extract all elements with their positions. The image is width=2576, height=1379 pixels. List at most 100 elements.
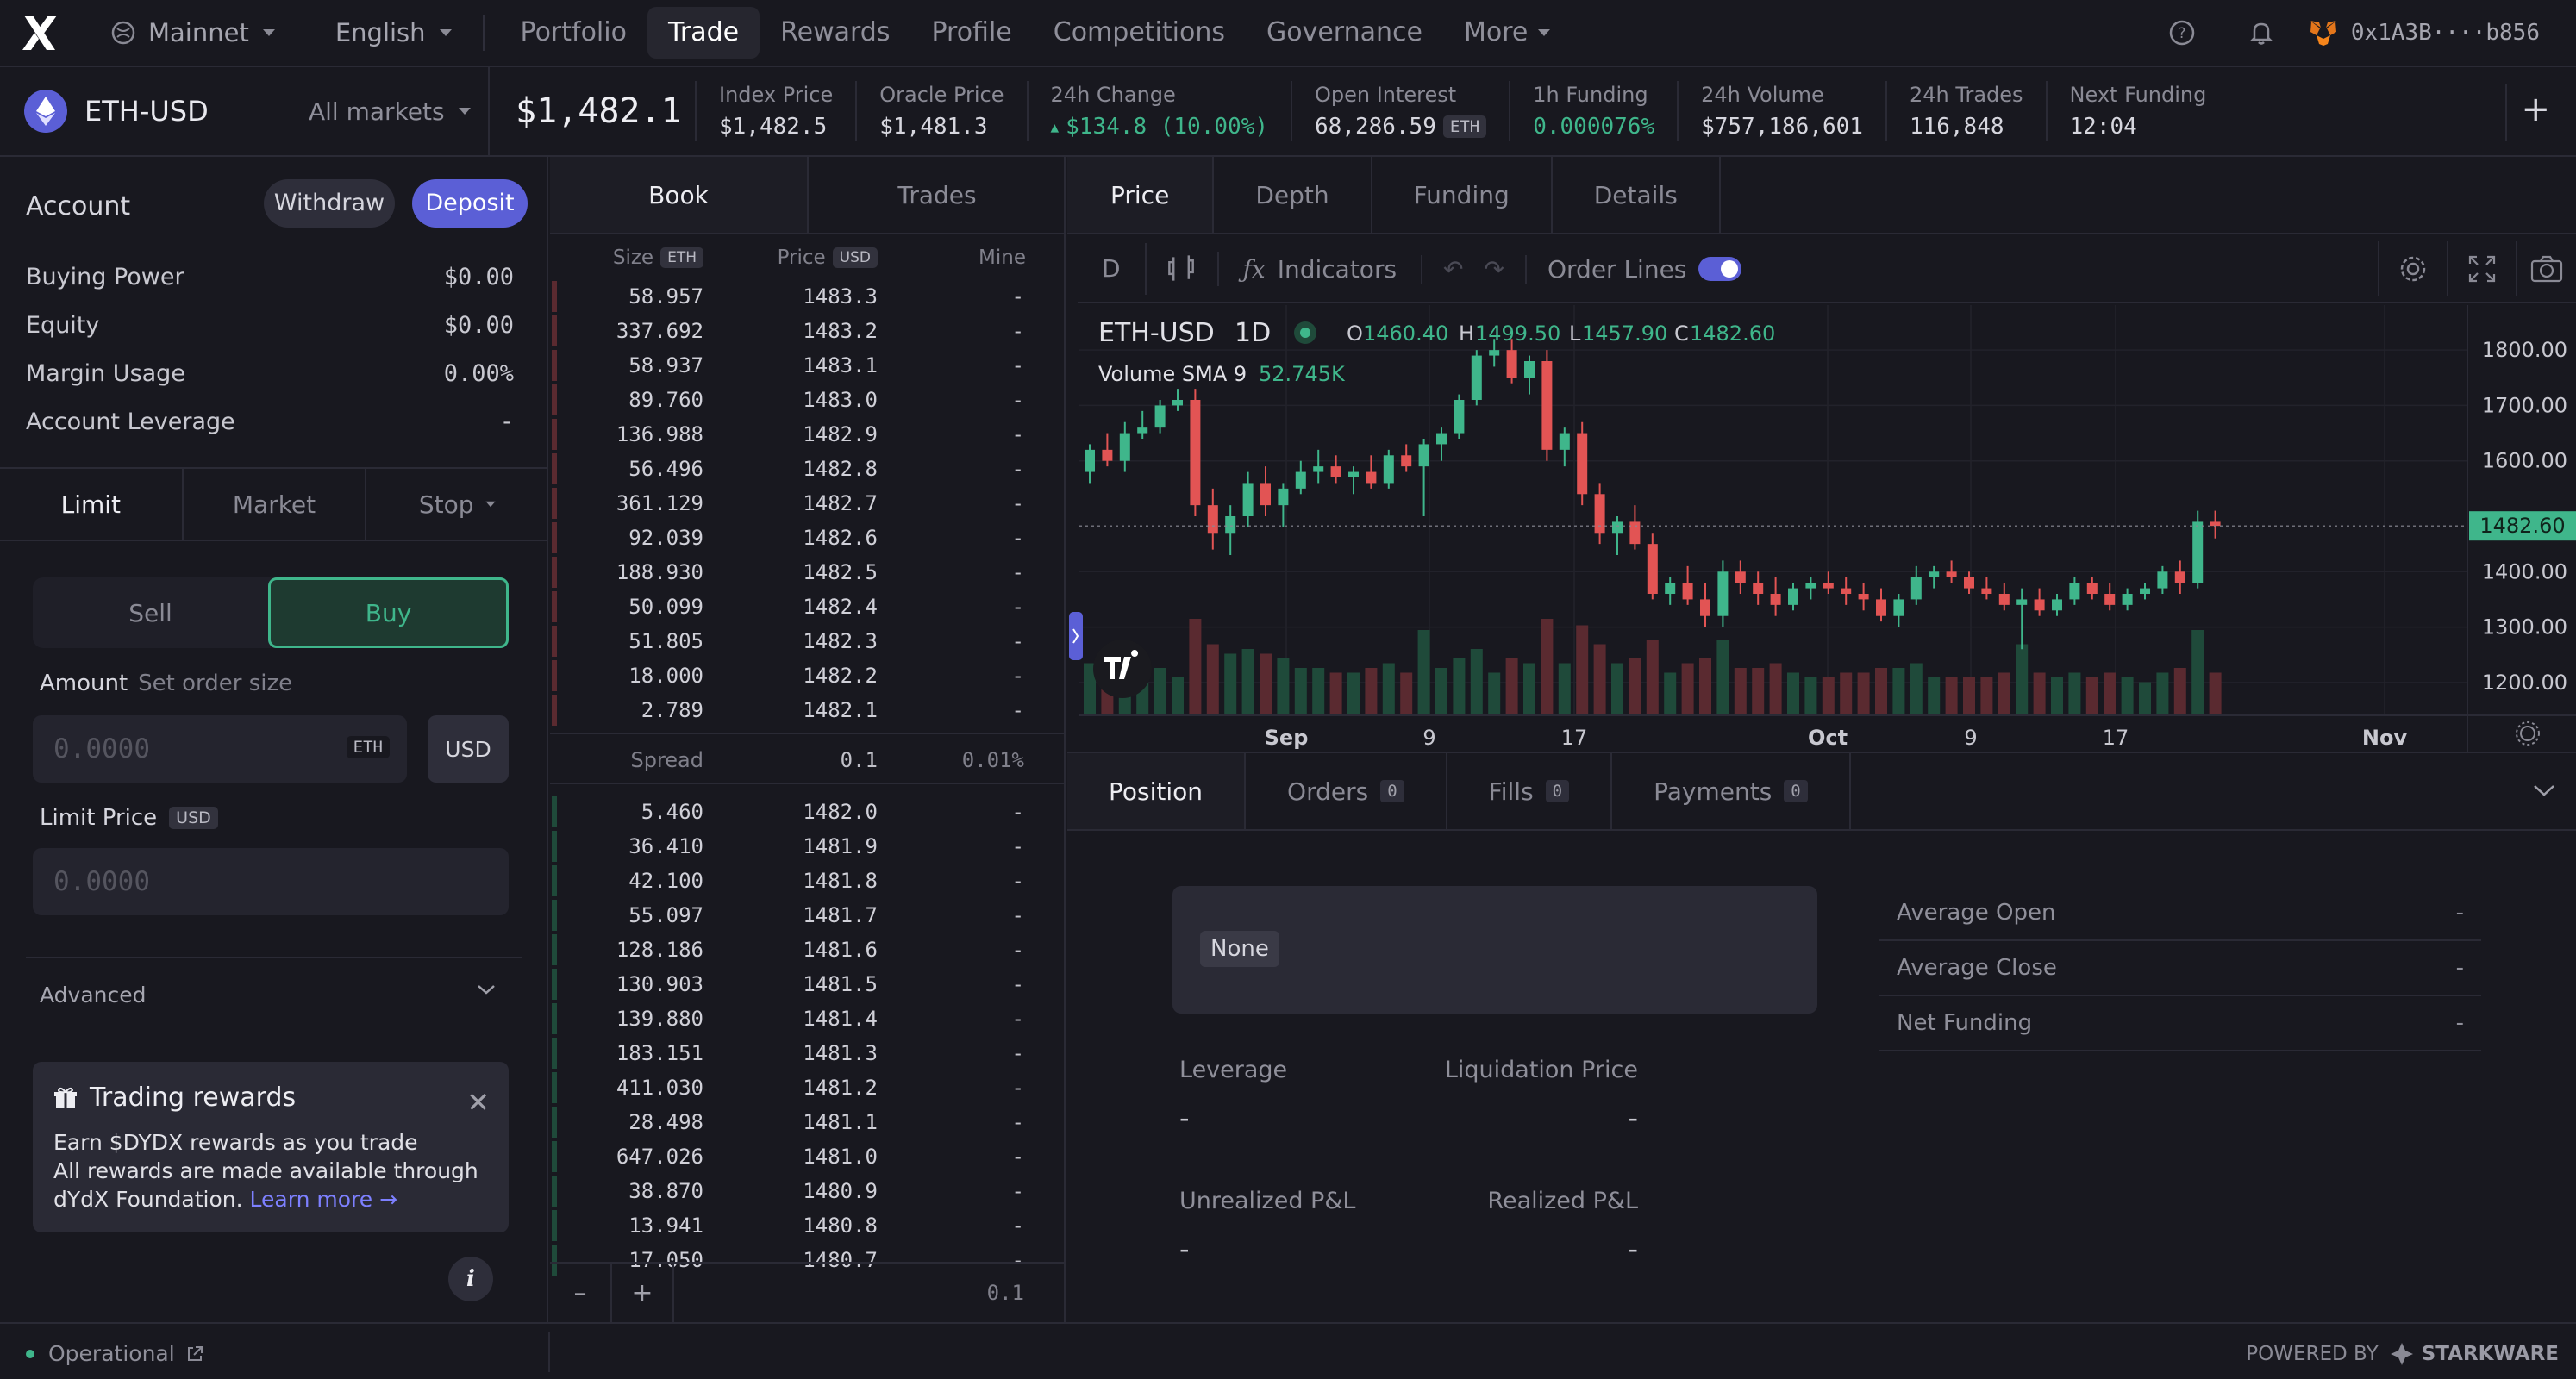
redo-icon[interactable]: ↷: [1474, 254, 1527, 284]
tab-book[interactable]: Book: [550, 157, 809, 233]
chart-settings-icon[interactable]: [2378, 241, 2447, 296]
bid-row[interactable]: 139.880 1481.4 -: [550, 1001, 1066, 1036]
bid-row[interactable]: 5.460 1482.0 -: [550, 795, 1066, 829]
tab-price[interactable]: Price: [1067, 157, 1215, 233]
dydx-logo[interactable]: [19, 12, 60, 53]
network-select[interactable]: Mainnet: [95, 8, 291, 58]
bid-row[interactable]: 42.100 1481.8 -: [550, 864, 1066, 898]
usd-toggle-button[interactable]: USD: [428, 715, 509, 783]
nav-portfolio[interactable]: Portfolio: [500, 7, 647, 59]
tab-funding[interactable]: Funding: [1372, 157, 1553, 233]
ask-row[interactable]: 188.930 1482.5 -: [550, 555, 1066, 590]
limit-price-input[interactable]: 0.0000: [33, 848, 509, 915]
info-button[interactable]: i: [448, 1257, 493, 1301]
deposit-button[interactable]: Deposit: [412, 179, 528, 228]
nav-profile[interactable]: Profile: [910, 7, 1032, 59]
tab-limit[interactable]: Limit: [0, 469, 184, 540]
bid-row[interactable]: 13.941 1480.8 -: [550, 1208, 1066, 1243]
nav-governance[interactable]: Governance: [1246, 7, 1443, 59]
nav-rewards[interactable]: Rewards: [760, 7, 910, 59]
ask-row[interactable]: 136.988 1482.9 -: [550, 417, 1066, 452]
powered-by[interactable]: POWERED BY STARKWARE: [2246, 1341, 2559, 1367]
all-markets-label: All markets: [309, 97, 445, 126]
ask-row[interactable]: 58.957 1483.3 -: [550, 279, 1066, 314]
depth-bar: [552, 488, 557, 519]
zoom-out-button[interactable]: –: [550, 1264, 612, 1322]
nav-more[interactable]: More: [1443, 7, 1571, 59]
tab-payments[interactable]: Payments 0: [1612, 753, 1851, 829]
bid-row[interactable]: 55.097 1481.7 -: [550, 898, 1066, 933]
tab-market[interactable]: Market: [184, 469, 367, 540]
bid-row[interactable]: 647.026 1481.0 -: [550, 1139, 1066, 1174]
learn-more-link[interactable]: Learn more →: [250, 1187, 397, 1212]
ask-row[interactable]: 89.760 1483.0 -: [550, 383, 1066, 417]
screenshot-icon[interactable]: [2516, 241, 2576, 296]
tab-stop[interactable]: Stop: [366, 469, 548, 540]
tab-position[interactable]: Position: [1067, 753, 1247, 829]
stat-value: 68,286.59 ETH: [1315, 114, 1487, 140]
amount-input[interactable]: 0.0000 ETH: [33, 715, 407, 783]
tab-orders[interactable]: Orders 0: [1246, 753, 1447, 829]
depth-bar: [552, 1210, 557, 1241]
tab-trades[interactable]: Trades: [809, 157, 1066, 233]
ask-row[interactable]: 50.099 1482.4 -: [550, 590, 1066, 624]
collapse-chevron-icon[interactable]: [2531, 783, 2557, 800]
order-lines-toggle[interactable]: [1698, 257, 1742, 281]
tab-fills[interactable]: Fills 0: [1447, 753, 1613, 829]
ask-row[interactable]: 337.692 1483.2 -: [550, 314, 1066, 348]
volume-bar: [1875, 668, 1887, 714]
buy-button[interactable]: Buy: [268, 577, 509, 648]
grouping-value[interactable]: 0.1: [674, 1264, 1066, 1322]
fullscreen-icon[interactable]: [2447, 241, 2516, 296]
candle-type-icon[interactable]: [1147, 252, 1219, 286]
tab-depth[interactable]: Depth: [1214, 157, 1372, 233]
svg-text:?: ?: [2178, 25, 2185, 42]
status-link[interactable]: Operational: [26, 1341, 204, 1366]
tab-details[interactable]: Details: [1553, 157, 1721, 233]
help-button[interactable]: ?: [2165, 16, 2199, 50]
bid-row[interactable]: 38.870 1480.9 -: [550, 1174, 1066, 1208]
ask-row[interactable]: 51.805 1482.3 -: [550, 624, 1066, 658]
candle-body: [1366, 471, 1377, 484]
bid-row[interactable]: 28.498 1481.1 -: [550, 1105, 1066, 1139]
ask-row[interactable]: 56.496 1482.8 -: [550, 452, 1066, 486]
withdraw-button[interactable]: Withdraw: [264, 179, 395, 228]
sell-button[interactable]: Sell: [33, 577, 268, 648]
price-chart[interactable]: 1800.00 1700.00 1600.00 1400.00 1300.00 1200.…: [1067, 305, 2576, 752]
bid-row[interactable]: 128.186 1481.6 -: [550, 933, 1066, 967]
depth-bar: [552, 900, 557, 931]
nav-divider: [482, 15, 485, 51]
all-markets-dropdown[interactable]: All markets: [309, 97, 488, 126]
close-icon[interactable]: ✕: [466, 1086, 490, 1119]
bid-row[interactable]: 411.030 1481.2 -: [550, 1070, 1066, 1105]
bid-row[interactable]: 183.151 1481.3 -: [550, 1036, 1066, 1070]
zoom-in-button[interactable]: +: [612, 1264, 674, 1322]
order-price: 1483.1: [803, 353, 878, 378]
advanced-label: Advanced: [40, 983, 147, 1008]
ask-row[interactable]: 361.129 1482.7 -: [550, 486, 1066, 521]
stat-value: 0.000076%: [1533, 114, 1655, 140]
x-axis: Sep 9 17 Oct 9 17 Nov: [1265, 726, 2408, 750]
stat-label: Next Funding: [2069, 83, 2207, 107]
ask-row[interactable]: 2.789 1482.1 -: [550, 693, 1066, 727]
add-market-button[interactable]: +: [2521, 90, 2550, 129]
interval-button[interactable]: D: [1078, 243, 1147, 295]
undo-icon[interactable]: ↶: [1422, 255, 1473, 284]
metamask-icon: [2310, 21, 2336, 46]
candle-body: [1770, 594, 1781, 605]
indicators-button[interactable]: ƒx Indicators: [1219, 254, 1423, 284]
nav-trade[interactable]: Trade: [647, 7, 760, 59]
notifications-button[interactable]: [2244, 16, 2279, 50]
volume-bar: [2051, 677, 2063, 714]
wallet-button[interactable]: 0x1A3B····b856: [2308, 18, 2540, 47]
ask-row[interactable]: 18.000 1482.2 -: [550, 658, 1066, 693]
advanced-toggle[interactable]: Advanced: [40, 983, 497, 1008]
x-tick-label: Oct: [1808, 726, 1848, 750]
bid-row[interactable]: 130.903 1481.5 -: [550, 967, 1066, 1001]
nav-competitions[interactable]: Competitions: [1033, 7, 1246, 59]
language-select[interactable]: English: [320, 8, 467, 58]
bid-row[interactable]: 36.410 1481.9 -: [550, 829, 1066, 864]
ask-row[interactable]: 92.039 1482.6 -: [550, 521, 1066, 555]
ask-row[interactable]: 58.937 1483.1 -: [550, 348, 1066, 383]
change-value: $134.8 (10.00%): [1066, 114, 1268, 140]
